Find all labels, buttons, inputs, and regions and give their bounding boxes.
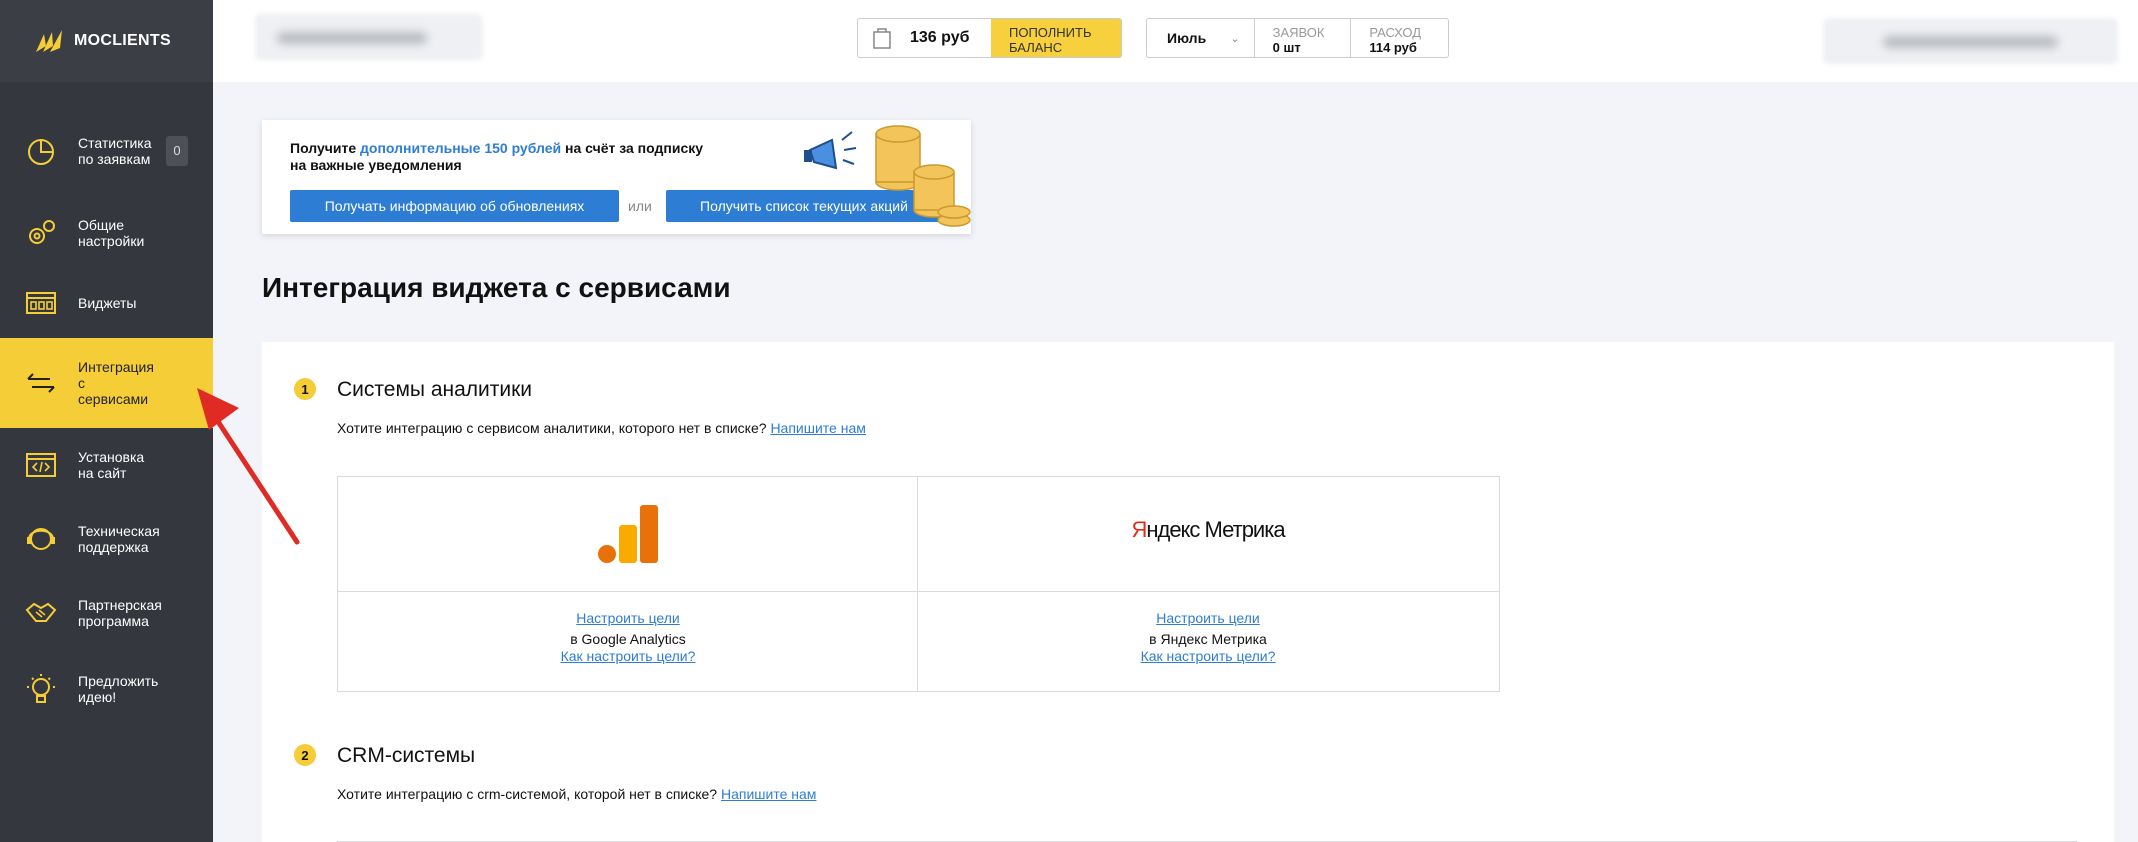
site-selector[interactable]: [255, 14, 483, 60]
promo-banner: Получите дополнительные 150 рублей на сч…: [262, 120, 971, 234]
yandex-metrika-logo-cell: Яндекс Метрика: [918, 477, 1499, 592]
coins-icon: [875, 125, 971, 227]
integrations-card: 1 Системы аналитики Хотите интеграцию с …: [262, 342, 2114, 842]
promo-highlight: дополнительные 150 рублей: [360, 140, 562, 156]
sidebar-item-label: Виджеты: [78, 295, 137, 311]
leads-value: 0 шт: [1272, 40, 1301, 55]
promo-text-line2: на важные уведомления: [290, 157, 462, 173]
section-title-analytics: Системы аналитики: [337, 378, 533, 401]
ga-howto-link[interactable]: Как настроить цели?: [338, 648, 918, 664]
or-label: или: [628, 198, 652, 214]
account-menu[interactable]: [1823, 18, 2118, 64]
leads-label: ЗАЯВОК: [1272, 25, 1325, 40]
lightbulb-icon: [27, 674, 55, 703]
leads-stat: ЗАЯВОК 0 шт: [1255, 19, 1352, 57]
annotation-arrow-icon: [197, 388, 300, 545]
handshake-icon: [25, 602, 57, 622]
sidebar-item-label: Статистика по заявкам: [78, 135, 152, 167]
analytics-services-grid: Яндекс Метрика Настроить цели в Google A…: [337, 476, 1500, 692]
widget-icon: [26, 292, 56, 314]
crm-request: Хотите интеграцию с crm-системой, которо…: [337, 786, 816, 802]
stats-widget: Июль ⌄ ЗАЯВОК 0 шт РАСХОД 114 руб: [1146, 18, 1449, 58]
month-value: Июль: [1167, 30, 1207, 46]
sidebar-item-install[interactable]: Установка на сайт: [0, 438, 213, 492]
sidebar-item-settings[interactable]: Общие настройки: [0, 202, 213, 264]
subscribe-updates-button[interactable]: Получать информацию об обновлениях: [290, 190, 619, 222]
ym-howto-link[interactable]: Как настроить цели?: [918, 648, 1498, 664]
google-analytics-logo-icon: [598, 505, 658, 563]
code-icon: [26, 453, 56, 477]
promo-text-pre: Получите: [290, 140, 361, 156]
expense-label: РАСХОД: [1369, 25, 1422, 40]
sidebar-item-label: Предложить идею!: [78, 673, 159, 705]
write-us-link[interactable]: Напишите нам: [770, 420, 865, 436]
step-number: 2: [294, 744, 316, 766]
gears-icon: [29, 220, 55, 244]
pie-chart-icon: [28, 139, 54, 165]
promo-text-post: на счёт за подписку: [561, 140, 704, 156]
crm-question: Хотите интеграцию с crm-системой, которо…: [337, 786, 718, 802]
balance-value: 136 руб: [910, 29, 970, 46]
wallet-icon: [873, 28, 891, 49]
ga-setup-goals-link[interactable]: Настроить цели: [338, 610, 918, 626]
ga-service-name: в Google Analytics: [570, 631, 686, 647]
analytics-request: Хотите интеграцию с сервисом аналитики, …: [337, 420, 866, 436]
balance-amount: 136 руб: [858, 19, 991, 57]
yandex-metrika-logo: Яндекс Метрика: [918, 517, 1498, 543]
sidebar-item-idea[interactable]: Предложить идею!: [0, 662, 213, 716]
yandex-logo-text: ндекс Метрика: [1146, 517, 1285, 542]
arrows-exchange-icon: [27, 373, 55, 393]
page-title: Интеграция виджета с сервисами: [262, 272, 731, 303]
balance-widget: 136 руб ПОПОЛНИТЬ БАЛАНС: [857, 18, 1122, 58]
sidebar-item-partner[interactable]: Партнерская программа: [0, 586, 213, 640]
write-us-link[interactable]: Напишите нам: [721, 786, 816, 802]
sidebar-item-label: Общие настройки: [78, 217, 145, 249]
ym-service-name: в Яндекс Метрика: [1149, 631, 1267, 647]
ym-setup-goals-link[interactable]: Настроить цели: [918, 610, 1498, 626]
promo-text: Получите дополнительные 150 рублей на сч…: [290, 140, 703, 174]
expense-stat: РАСХОД 114 руб: [1351, 19, 1448, 57]
sidebar-item-support[interactable]: Техническая поддержка: [0, 512, 213, 566]
sidebar: MOCLIENTS Статистика по заявкам 0 Общие …: [0, 0, 213, 842]
status-badge: 0: [166, 136, 188, 166]
sidebar-item-statistics[interactable]: Статистика по заявкам 0: [0, 120, 213, 182]
logo[interactable]: MOCLIENTS: [0, 0, 213, 82]
google-analytics-setup-cell: Настроить цели в Google Analytics Как на…: [338, 592, 918, 691]
topup-balance-button[interactable]: ПОПОЛНИТЬ БАЛАНС: [991, 19, 1121, 57]
sidebar-item-label: Партнерская программа: [78, 597, 162, 629]
megaphone-icon: [804, 131, 857, 170]
analytics-question: Хотите интеграцию с сервисом аналитики, …: [337, 420, 767, 436]
section-title-crm: CRM-системы: [337, 744, 476, 767]
yandex-metrika-setup-cell: Настроить цели в Яндекс Метрика Как наст…: [918, 592, 1499, 691]
month-select[interactable]: Июль ⌄: [1147, 19, 1255, 57]
yandex-logo-letter: Я: [1131, 517, 1147, 542]
chevron-down-icon: ⌄: [1230, 33, 1240, 45]
sidebar-item-integration[interactable]: Интеграция с сервисами: [0, 338, 213, 428]
support-icon: [27, 528, 55, 550]
sidebar-item-label: Техническая поддержка: [78, 523, 160, 555]
logo-mark-icon: [36, 30, 62, 52]
sidebar-item-label: Интеграция с сервисами: [78, 359, 154, 407]
brand-name: MOCLIENTS: [74, 32, 171, 49]
google-analytics-logo-cell: [338, 477, 918, 592]
sidebar-item-widgets[interactable]: Виджеты: [0, 276, 213, 330]
sidebar-item-label: Установка на сайт: [78, 449, 145, 481]
expense-value: 114 руб: [1369, 40, 1417, 55]
